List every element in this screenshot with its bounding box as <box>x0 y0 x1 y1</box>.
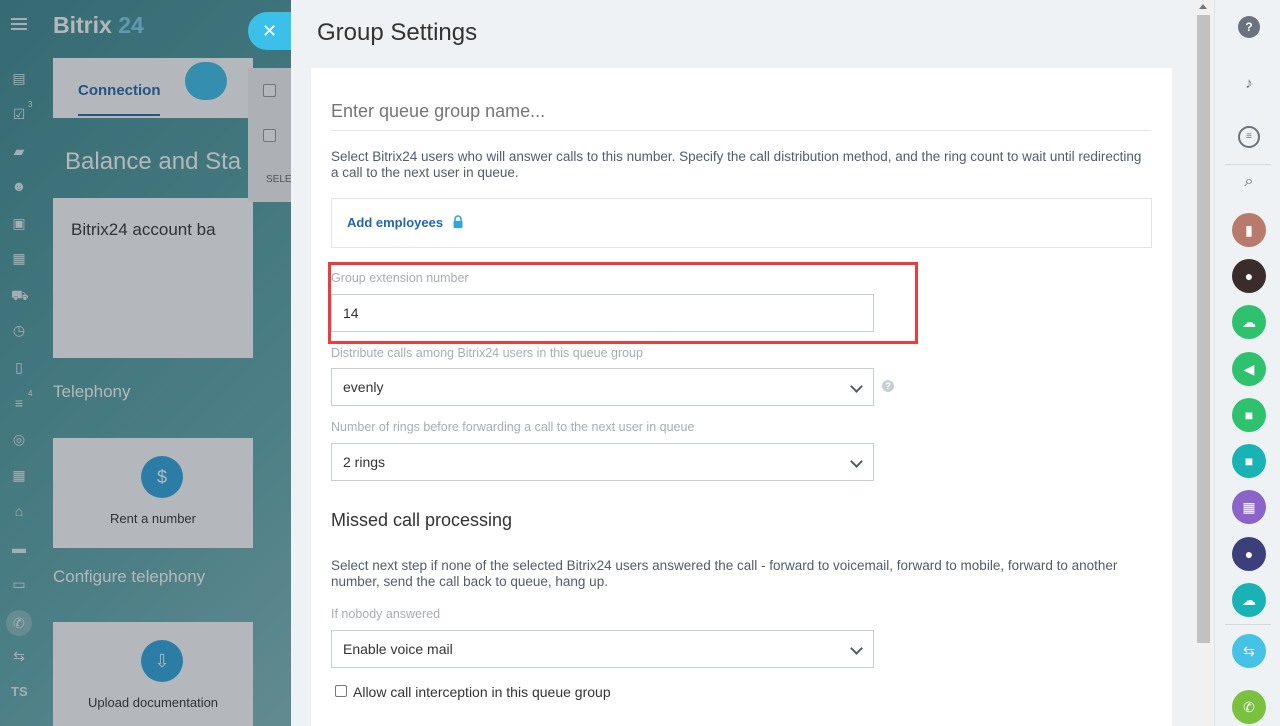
help-icon[interactable]: ? <box>1238 16 1260 38</box>
rings-select[interactable]: 2 rings <box>331 443 874 481</box>
nobody-answered-value: Enable voice mail <box>343 641 453 657</box>
megaphone-icon[interactable]: ◀ <box>1232 352 1266 386</box>
lock-icon[interactable]: ▮ <box>1232 213 1266 247</box>
missed-call-description: Select next step if none of the selected… <box>331 558 1118 589</box>
rings-value: 2 rings <box>343 454 386 470</box>
employees-box: Add employees <box>331 198 1152 248</box>
panel-scrollbar[interactable] <box>1193 0 1214 726</box>
phone-transfer-icon[interactable]: ⇆ <box>1232 634 1266 668</box>
missed-call-heading: Missed call processing <box>331 510 513 530</box>
user-avatar[interactable]: ● <box>1232 259 1266 293</box>
help-icon[interactable]: ? <box>882 380 894 392</box>
scrollbar-thumb[interactable] <box>1197 15 1210 643</box>
users-description: Select Bitrix24 users who will answer ca… <box>331 149 1142 180</box>
chevron-down-icon <box>850 380 863 393</box>
nobody-answered-select[interactable]: Enable voice mail <box>331 630 874 668</box>
highlight-box <box>328 262 918 344</box>
bell-icon[interactable]: ♪ <box>1238 73 1260 95</box>
chat-icon[interactable]: ≡ <box>1238 126 1260 148</box>
phone-icon[interactable]: ✆ <box>1232 690 1266 724</box>
calendar-icon[interactable]: ▦ <box>1232 490 1266 524</box>
close-icon: ✕ <box>262 21 278 41</box>
screen: ▤ ☑ 3 ▰ ☻ ▣ ▦ ⛟ ◷ ▯ ≡ 4 ◎ ▦ ⌂ ▬ ▭ ✆ ⇆ TS… <box>0 0 1280 726</box>
distribute-label: Distribute calls among Bitrix24 users in… <box>331 346 643 360</box>
lock-icon <box>453 215 463 228</box>
video-icon[interactable]: ■ <box>1232 444 1266 478</box>
search-icon[interactable]: ⌕ <box>1238 171 1260 193</box>
group-settings-form: Select Bitrix24 users who will answer ca… <box>311 68 1172 726</box>
nobody-answered-label: If nobody answered <box>331 607 441 621</box>
distribute-select[interactable]: evenly <box>331 368 874 406</box>
distribute-value: evenly <box>343 379 384 395</box>
group-name-input[interactable] <box>331 93 1151 131</box>
chevron-down-icon <box>850 455 863 468</box>
panel-title: Group Settings <box>317 19 478 46</box>
video-icon[interactable]: ■ <box>1232 398 1266 432</box>
rings-label: Number of rings before forwarding a call… <box>331 420 695 434</box>
close-panel-button[interactable]: ✕ <box>248 12 294 50</box>
user-avatar[interactable]: ● <box>1232 537 1266 571</box>
cloud-icon[interactable]: ☁ <box>1232 583 1266 617</box>
add-employees-link[interactable]: Add employees <box>347 215 443 230</box>
right-sidebar: ? ♪ ≡ ⌕ ▮ ● ☁ ◀ ■ ■ ▦ ● ☁ ⇆ ✆ <box>1214 0 1280 726</box>
scroll-up-arrow-icon[interactable] <box>1199 4 1207 9</box>
cloud-icon[interactable]: ☁ <box>1232 305 1266 339</box>
divider <box>1225 164 1271 165</box>
divider <box>1225 624 1271 625</box>
interception-label: Allow call interception in this queue gr… <box>353 684 611 700</box>
interception-checkbox[interactable] <box>335 685 347 697</box>
group-settings-panel: Group Settings Select Bitrix24 users who… <box>291 0 1214 726</box>
chevron-down-icon <box>850 642 863 655</box>
